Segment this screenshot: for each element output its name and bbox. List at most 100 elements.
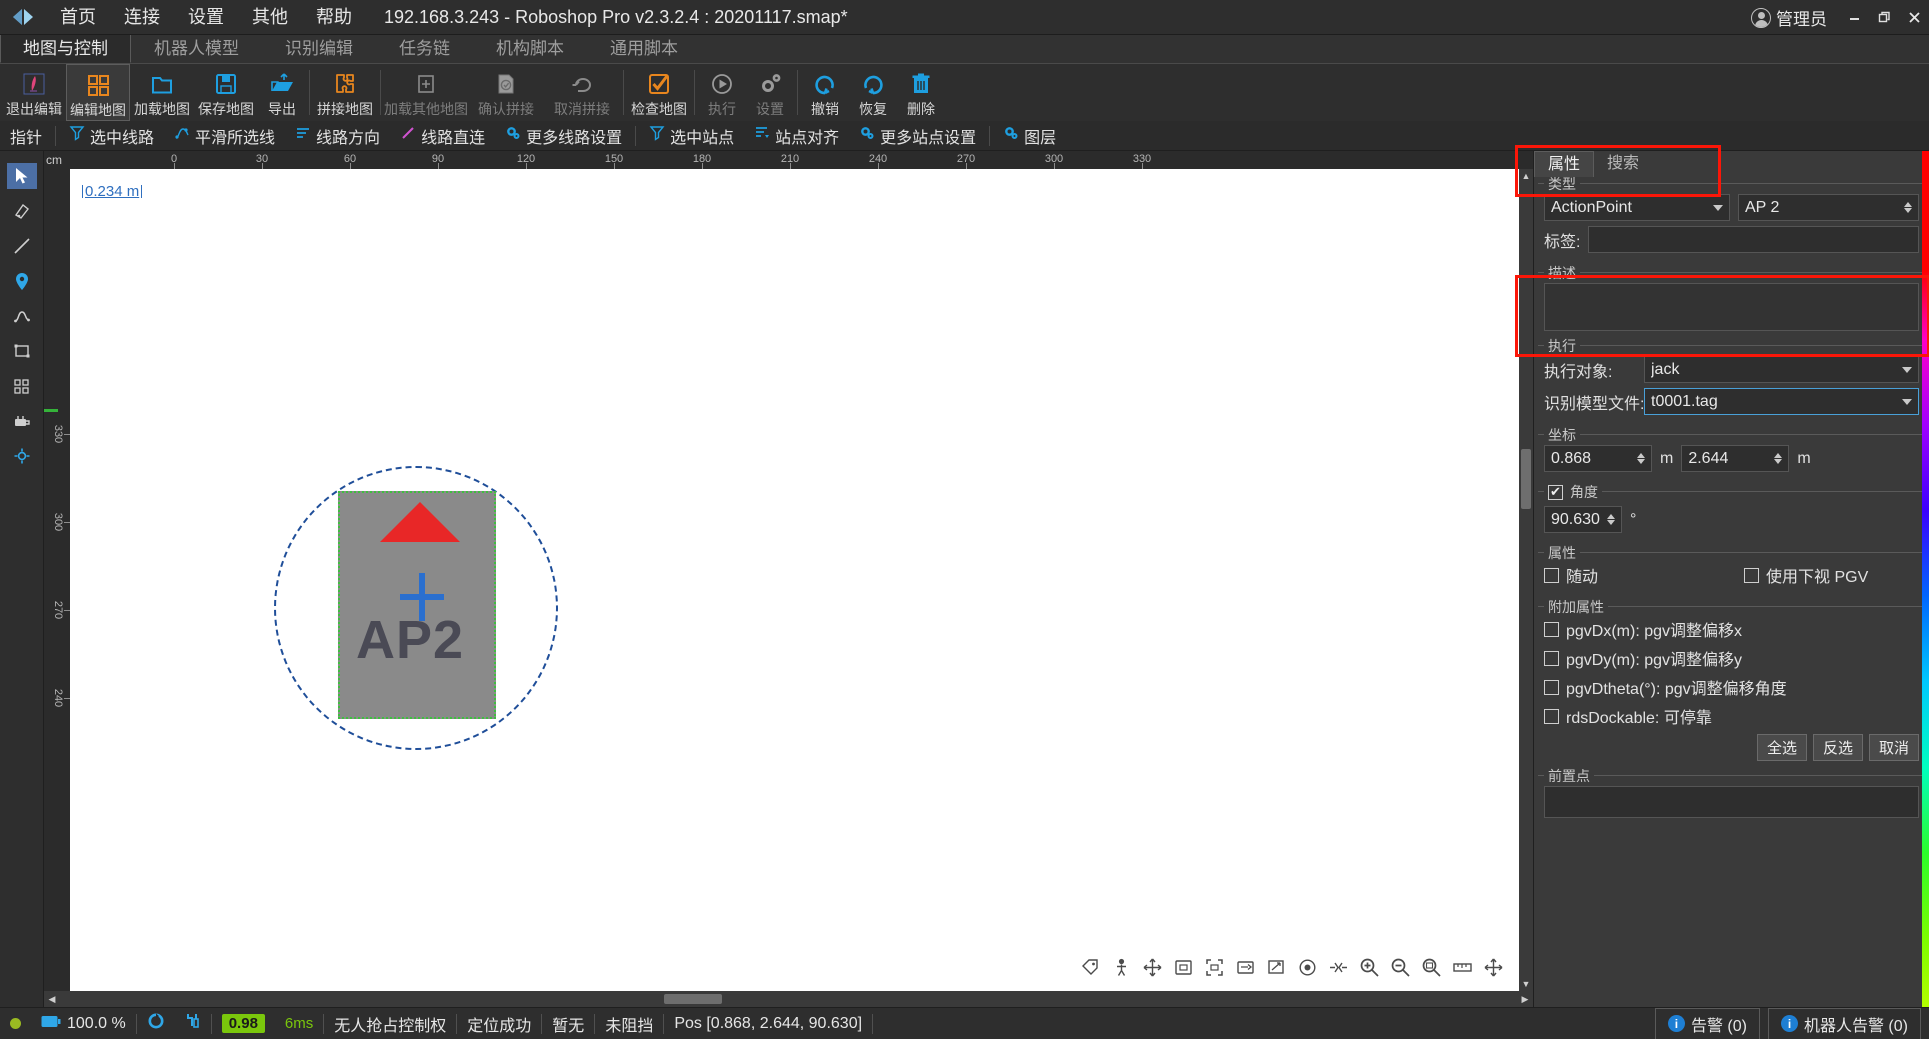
coord-y-spinner[interactable] [1774, 453, 1782, 464]
ribbon-delete[interactable]: 删除 [897, 64, 945, 121]
tag-input[interactable] [1588, 226, 1919, 253]
tab-properties[interactable]: 属性 [1534, 151, 1594, 177]
extra-item-rdsdockable[interactable]: rdsDockable: 可停靠 [1544, 704, 1712, 728]
ribbon-exit-edit[interactable]: 退出编辑 [2, 64, 66, 121]
tag-icon[interactable] [1078, 955, 1102, 979]
ribbon-execute[interactable]: 执行 [698, 64, 746, 121]
menu-connect[interactable]: 连接 [110, 0, 174, 35]
extra-item-pgvdtheta[interactable]: pgvDtheta(°): pgv调整偏移角度 [1544, 675, 1787, 699]
tab-recognition-edit[interactable]: 识别编辑 [262, 34, 376, 63]
menu-other[interactable]: 其他 [238, 0, 302, 35]
pan-icon[interactable] [1481, 955, 1505, 979]
menu-help[interactable]: 帮助 [302, 0, 366, 35]
angle-input[interactable]: 90.630 [1544, 506, 1622, 533]
ribbon-load-other-map[interactable]: 加载其他地图 [384, 64, 468, 121]
minimize-button[interactable] [1839, 0, 1869, 35]
checkbox-box[interactable] [1544, 651, 1559, 666]
maximize-button[interactable] [1869, 0, 1899, 35]
follow-checkbox[interactable]: 随动 [1544, 563, 1744, 587]
zoom-area-icon[interactable] [1419, 955, 1443, 979]
checkbox-box[interactable] [1544, 568, 1559, 583]
exec-target-combobox[interactable]: jack [1644, 356, 1919, 383]
ribbon-check-map[interactable]: 检查地图 [627, 64, 691, 121]
scroll-down-icon[interactable]: ▼ [1519, 977, 1533, 991]
ruler-icon[interactable] [1450, 955, 1474, 979]
ribbon-redo[interactable]: 恢复 [849, 64, 897, 121]
canvas-vertical-scrollbar[interactable]: ▲ ▼ [1519, 169, 1533, 991]
eraser-icon[interactable] [7, 198, 37, 224]
fit-screen-icon[interactable] [1202, 955, 1226, 979]
tool-align-station[interactable]: 站点对齐 [744, 124, 849, 148]
move-icon[interactable] [1140, 955, 1164, 979]
name-spinner[interactable] [1904, 202, 1912, 213]
tool-select-route[interactable]: 选中线路 [59, 124, 164, 148]
person-icon[interactable] [1109, 955, 1133, 979]
ribbon-confirm-stitch[interactable]: 确认拼接 [468, 64, 544, 121]
tool-pointer[interactable]: 指针 [0, 124, 52, 148]
measure-icon[interactable] [1264, 955, 1288, 979]
tool-smooth-lines[interactable]: 平滑所选线 [164, 124, 285, 148]
cursor-icon[interactable] [7, 163, 37, 189]
ribbon-save-map[interactable]: 保存地图 [194, 64, 258, 121]
close-button[interactable] [1899, 0, 1929, 35]
checkbox-box[interactable] [1744, 568, 1759, 583]
tool-select-station[interactable]: 选中站点 [639, 124, 744, 148]
tool-layers[interactable]: 图层 [993, 124, 1066, 148]
canvas-horizontal-scrollbar[interactable]: ◀ ▶ [44, 991, 1533, 1007]
ribbon-edit-map[interactable]: 编辑地图 [66, 64, 130, 121]
snapshot-icon[interactable] [1233, 955, 1257, 979]
alarm-button[interactable]: i 告警 (0) [1655, 1008, 1760, 1039]
tool-route-direction[interactable]: 线路方向 [285, 124, 390, 148]
horizontal-scroll-thumb[interactable] [664, 994, 722, 1004]
extra-item-pgvdx[interactable]: pgvDx(m): pgv调整偏移x [1544, 617, 1742, 641]
type-combobox[interactable]: ActionPoint [1544, 194, 1730, 221]
zoom-in-icon[interactable] [1357, 955, 1381, 979]
curve-icon[interactable] [7, 303, 37, 329]
tab-robot-model[interactable]: 机器人模型 [131, 34, 262, 63]
tab-mechanism-script[interactable]: 机构脚本 [473, 34, 587, 63]
robot-alarm-button[interactable]: i 机器人告警 (0) [1768, 1008, 1921, 1039]
extra-item-pgvdy[interactable]: pgvDy(m): pgv调整偏移y [1544, 646, 1742, 670]
tab-map-control[interactable]: 地图与控制 [0, 34, 131, 63]
coord-x-input[interactable]: 0.868 [1544, 445, 1652, 472]
coord-x-spinner[interactable] [1637, 453, 1645, 464]
eye-icon[interactable] [1295, 955, 1319, 979]
charger-icon[interactable] [7, 408, 37, 434]
anchor-point-icon[interactable] [7, 443, 37, 469]
user-account[interactable]: 管理员 [1739, 5, 1839, 30]
fit-selection-icon[interactable] [1171, 955, 1195, 979]
tool-more-station-settings[interactable]: 更多站点设置 [849, 124, 986, 148]
scroll-left-icon[interactable]: ◀ [44, 991, 60, 1007]
ribbon-settings[interactable]: 设置 [746, 64, 794, 121]
use-pgv-checkbox[interactable]: 使用下视 PGV [1744, 563, 1868, 587]
checkbox-box[interactable] [1544, 622, 1559, 637]
ribbon-stitch-map[interactable]: 拼接地图 [313, 64, 377, 121]
invert-selection-button[interactable]: 反选 [1813, 734, 1863, 761]
select-all-button[interactable]: 全选 [1757, 734, 1807, 761]
angle-spinner[interactable] [1607, 514, 1615, 525]
checkbox-box[interactable] [1544, 709, 1559, 724]
link-break-icon[interactable] [1326, 955, 1350, 979]
menu-settings[interactable]: 设置 [174, 0, 238, 35]
model-file-combobox[interactable]: t0001.tag [1644, 388, 1919, 415]
cancel-selection-button[interactable]: 取消 [1869, 734, 1919, 761]
tool-more-route-settings[interactable]: 更多线路设置 [495, 124, 632, 148]
tab-task-chain[interactable]: 任务链 [376, 34, 473, 63]
map-canvas[interactable]: 0.234 m AP2 [70, 169, 1519, 991]
coord-y-input[interactable]: 2.644 [1681, 445, 1789, 472]
ribbon-export[interactable]: 导出 [258, 64, 306, 121]
point-name-input[interactable]: AP 2 [1738, 194, 1919, 221]
tab-general-script[interactable]: 通用脚本 [587, 34, 701, 63]
zoom-out-icon[interactable] [1388, 955, 1412, 979]
description-textarea[interactable] [1544, 283, 1919, 331]
angle-enable-checkbox[interactable]: ✔ [1548, 485, 1563, 500]
ribbon-undo[interactable]: 撤销 [801, 64, 849, 121]
ribbon-cancel-stitch[interactable]: 取消拼接 [544, 64, 620, 121]
scroll-right-icon[interactable]: ▶ [1517, 991, 1533, 1007]
line-icon[interactable] [7, 233, 37, 259]
tab-search[interactable]: 搜索 [1594, 151, 1652, 177]
menu-home[interactable]: 首页 [46, 0, 110, 35]
ribbon-load-map[interactable]: 加载地图 [130, 64, 194, 121]
rect-select-icon[interactable] [7, 338, 37, 364]
tool-straight-connect[interactable]: 线路直连 [390, 124, 495, 148]
